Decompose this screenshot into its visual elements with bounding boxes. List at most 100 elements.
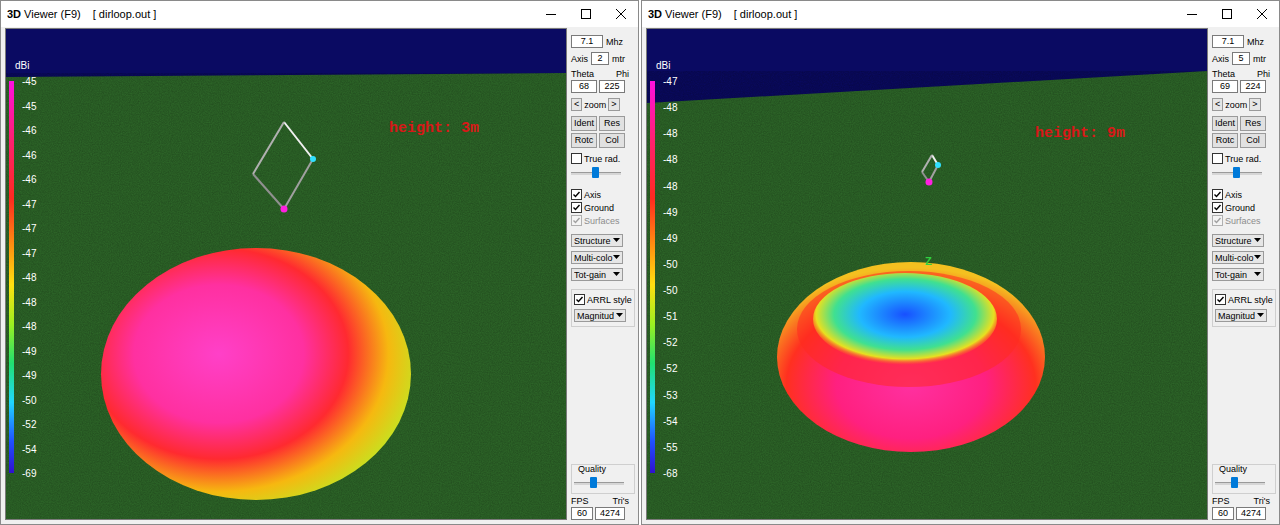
- tris-label: Tri's: [613, 496, 629, 506]
- scale-label: -54: [22, 444, 37, 455]
- display-checkbox[interactable]: Ground: [1212, 202, 1276, 213]
- mode-dropdown[interactable]: Structure: [571, 234, 623, 247]
- dropdown-arrow-icon: [1254, 255, 1261, 260]
- file-name: [ dirloop.out ]: [93, 8, 157, 20]
- frequency-field[interactable]: 7.1: [1212, 35, 1244, 48]
- scale-label: -48: [663, 128, 678, 139]
- title-bar[interactable]: 3DViewer (F9)[ dirloop.out ]: [1, 1, 638, 27]
- mode-dropdown[interactable]: Tot-gain: [571, 268, 623, 281]
- zoom-out-button[interactable]: <: [571, 98, 582, 111]
- arrl-dropdown[interactable]: Magnitud: [1215, 309, 1267, 322]
- antenna[interactable]: [922, 155, 941, 186]
- dropdown-arrow-icon: [613, 255, 620, 260]
- arrl-checkbox[interactable]: ARRL style: [574, 294, 632, 305]
- scale-label: -51: [663, 311, 678, 322]
- phi-field[interactable]: 224: [1240, 80, 1266, 93]
- ground: [647, 71, 1207, 519]
- action-button[interactable]: Rotc: [1212, 133, 1238, 148]
- display-checkbox[interactable]: Surfaces: [571, 215, 635, 226]
- ground: [6, 73, 566, 519]
- scale-label: -46: [22, 174, 37, 185]
- theta-field[interactable]: 68: [571, 80, 597, 93]
- quality-slider[interactable]: [574, 477, 624, 489]
- zoom-label: zoom: [1225, 100, 1247, 110]
- minimize-button[interactable]: [1174, 1, 1209, 27]
- scale-label: -52: [22, 419, 37, 430]
- 3d-view[interactable]: dBi-47-48-48-48-48-49-49-50-50-51-52-52-…: [646, 28, 1208, 520]
- zoom-out-button[interactable]: <: [1212, 98, 1223, 111]
- display-checkbox[interactable]: Ground: [571, 202, 635, 213]
- frequency-unit: Mhz: [1247, 37, 1264, 47]
- zoom-in-button[interactable]: >: [1249, 98, 1260, 111]
- dropdown-arrow-icon: [613, 272, 620, 277]
- mode-dropdown[interactable]: Multi-colo: [571, 251, 623, 264]
- check-icon: [572, 216, 581, 225]
- action-button[interactable]: Res: [599, 116, 625, 131]
- close-button[interactable]: [1244, 1, 1279, 27]
- scale-label: -47: [22, 248, 37, 259]
- minimize-button[interactable]: [533, 1, 568, 27]
- quality-slider[interactable]: [1215, 477, 1265, 489]
- quality-label: Quality: [574, 464, 632, 474]
- action-button[interactable]: Col: [1240, 133, 1266, 148]
- arrl-checkbox[interactable]: ARRL style: [1215, 294, 1273, 305]
- close-button[interactable]: [603, 1, 638, 27]
- action-button[interactable]: Rotc: [571, 133, 597, 148]
- phi-label: Phi: [616, 69, 629, 79]
- control-panel: 7.1MhzAxis5mtrThetaPhi69224<zoom>IdentRe…: [1208, 28, 1279, 520]
- theta-field[interactable]: 69: [1212, 80, 1238, 93]
- quality-group: Quality: [1212, 464, 1276, 494]
- frequency-field[interactable]: 7.1: [571, 35, 603, 48]
- scale-label: -49: [663, 207, 678, 218]
- scale-label: -52: [663, 363, 678, 374]
- action-button[interactable]: Col: [599, 133, 625, 148]
- axis-field[interactable]: 2: [591, 52, 609, 65]
- phi-field[interactable]: 225: [599, 80, 625, 93]
- dropdown-arrow-icon: [613, 238, 620, 243]
- check-icon: [572, 203, 581, 212]
- maximize-button[interactable]: [568, 1, 603, 27]
- radiation-pattern[interactable]: [777, 262, 1045, 452]
- axis-unit: mtr: [612, 54, 625, 64]
- scene[interactable]: dBi-45-45-46-46-46-47-47-47-48-48-48-49-…: [6, 29, 566, 519]
- control-panel: 7.1MhzAxis2mtrThetaPhi68225<zoom>IdentRe…: [567, 28, 638, 520]
- true-rad-slider[interactable]: [1212, 167, 1262, 179]
- scale-label: -46: [22, 125, 37, 136]
- scene[interactable]: dBi-47-48-48-48-48-49-49-50-50-51-52-52-…: [647, 29, 1207, 519]
- 3d-view[interactable]: dBi-45-45-46-46-46-47-47-47-48-48-48-49-…: [5, 28, 567, 520]
- window-title: Viewer (F9): [24, 8, 81, 20]
- viewer-window: 3DViewer (F9)[ dirloop.out ]dBi-45-45-46…: [0, 0, 639, 525]
- display-checkbox[interactable]: Axis: [571, 189, 635, 200]
- dropdown-arrow-icon: [616, 313, 623, 318]
- title-bar[interactable]: 3DViewer (F9)[ dirloop.out ]: [642, 1, 1279, 27]
- quality-label: Quality: [1215, 464, 1273, 474]
- antenna[interactable]: [253, 122, 316, 213]
- true-rad-checkbox[interactable]: True rad.: [571, 153, 635, 164]
- arrl-dropdown[interactable]: Magnitud: [574, 309, 626, 322]
- action-button[interactable]: Ident: [1212, 116, 1238, 131]
- display-checkbox[interactable]: Axis: [1212, 189, 1276, 200]
- scale-label: -48: [22, 272, 37, 283]
- color-scale-bar: [650, 81, 655, 473]
- action-button[interactable]: Ident: [571, 116, 597, 131]
- true-rad-slider[interactable]: [571, 167, 621, 179]
- action-button[interactable]: Res: [1240, 116, 1266, 131]
- mode-dropdown[interactable]: Structure: [1212, 234, 1264, 247]
- scale-label: -54: [663, 416, 678, 427]
- file-name: [ dirloop.out ]: [734, 8, 798, 20]
- scale-label: -49: [22, 370, 37, 381]
- maximize-button[interactable]: [1209, 1, 1244, 27]
- display-checkbox[interactable]: Surfaces: [1212, 215, 1276, 226]
- maximize-icon: [581, 9, 591, 19]
- tris-field: 4274: [595, 507, 625, 520]
- check-icon: [1213, 216, 1222, 225]
- radiation-pattern[interactable]: [101, 248, 411, 500]
- frequency-unit: Mhz: [606, 37, 623, 47]
- true-rad-checkbox[interactable]: True rad.: [1212, 153, 1276, 164]
- scale-label: -50: [663, 285, 678, 296]
- check-icon: [575, 295, 584, 304]
- zoom-in-button[interactable]: >: [608, 98, 619, 111]
- mode-dropdown[interactable]: Multi-colo: [1212, 251, 1264, 264]
- mode-dropdown[interactable]: Tot-gain: [1212, 268, 1264, 281]
- axis-field[interactable]: 5: [1232, 52, 1250, 65]
